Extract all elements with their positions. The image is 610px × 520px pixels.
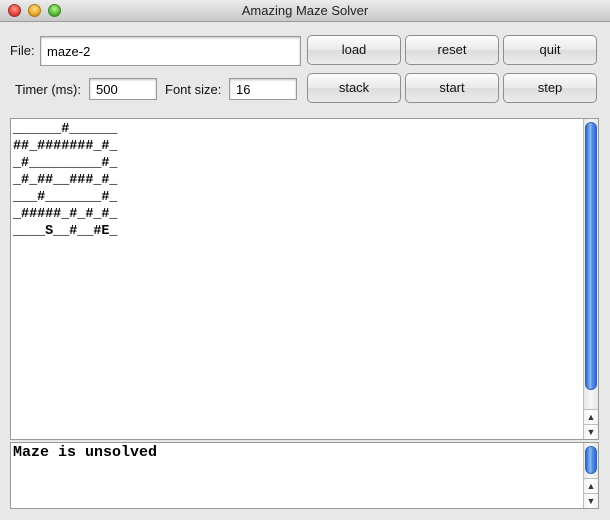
maze-row: _#####_#_#_#_ xyxy=(13,207,118,222)
maze-row: ___#_______#_ xyxy=(13,190,118,205)
stack-button[interactable]: stack xyxy=(307,73,401,103)
file-input[interactable] xyxy=(40,36,301,66)
maze-grid: ______#______ ##_#######_#_ _#_________#_ _… xyxy=(13,121,117,240)
load-button[interactable]: load xyxy=(307,35,401,65)
status-display[interactable]: Maze is unsolved ▲ ▼ xyxy=(10,442,599,509)
app-window: Amazing Maze Solver File: load reset qui… xyxy=(0,0,610,520)
maze-row: ____S__#__#E_ xyxy=(13,224,118,239)
maze-row: ##_#######_#_ xyxy=(13,139,118,154)
maze-row: _#_________#_ xyxy=(13,156,118,171)
scroll-down-icon[interactable]: ▼ xyxy=(584,493,598,508)
window-title: Amazing Maze Solver xyxy=(241,3,369,18)
font-size-label: Font size: xyxy=(165,82,222,97)
timer-label: Timer (ms): xyxy=(15,82,81,97)
timer-input[interactable] xyxy=(89,78,157,100)
step-button[interactable]: step xyxy=(503,73,597,103)
maze-display[interactable]: ______#______ ##_#######_#_ _#_________#_ _… xyxy=(10,118,599,440)
maze-scrollbar[interactable]: ▲ ▼ xyxy=(583,119,598,439)
scroll-up-icon[interactable]: ▲ xyxy=(584,409,598,424)
maze-row: _#_##__###_#_ xyxy=(13,173,118,188)
reset-button[interactable]: reset xyxy=(405,35,499,65)
start-button[interactable]: start xyxy=(405,73,499,103)
maze-row: ______#______ xyxy=(13,122,118,137)
scroll-up-icon[interactable]: ▲ xyxy=(584,478,598,493)
status-text: Maze is unsolved xyxy=(13,444,158,461)
quit-button[interactable]: quit xyxy=(503,35,597,65)
scroll-down-icon[interactable]: ▼ xyxy=(584,424,598,439)
status-scroll-thumb[interactable] xyxy=(585,446,597,474)
file-label: File: xyxy=(10,43,35,58)
maze-scroll-thumb[interactable] xyxy=(585,122,597,390)
title-bar[interactable]: Amazing Maze Solver xyxy=(0,0,610,22)
font-size-input[interactable] xyxy=(229,78,297,100)
status-scrollbar[interactable]: ▲ ▼ xyxy=(583,443,598,508)
